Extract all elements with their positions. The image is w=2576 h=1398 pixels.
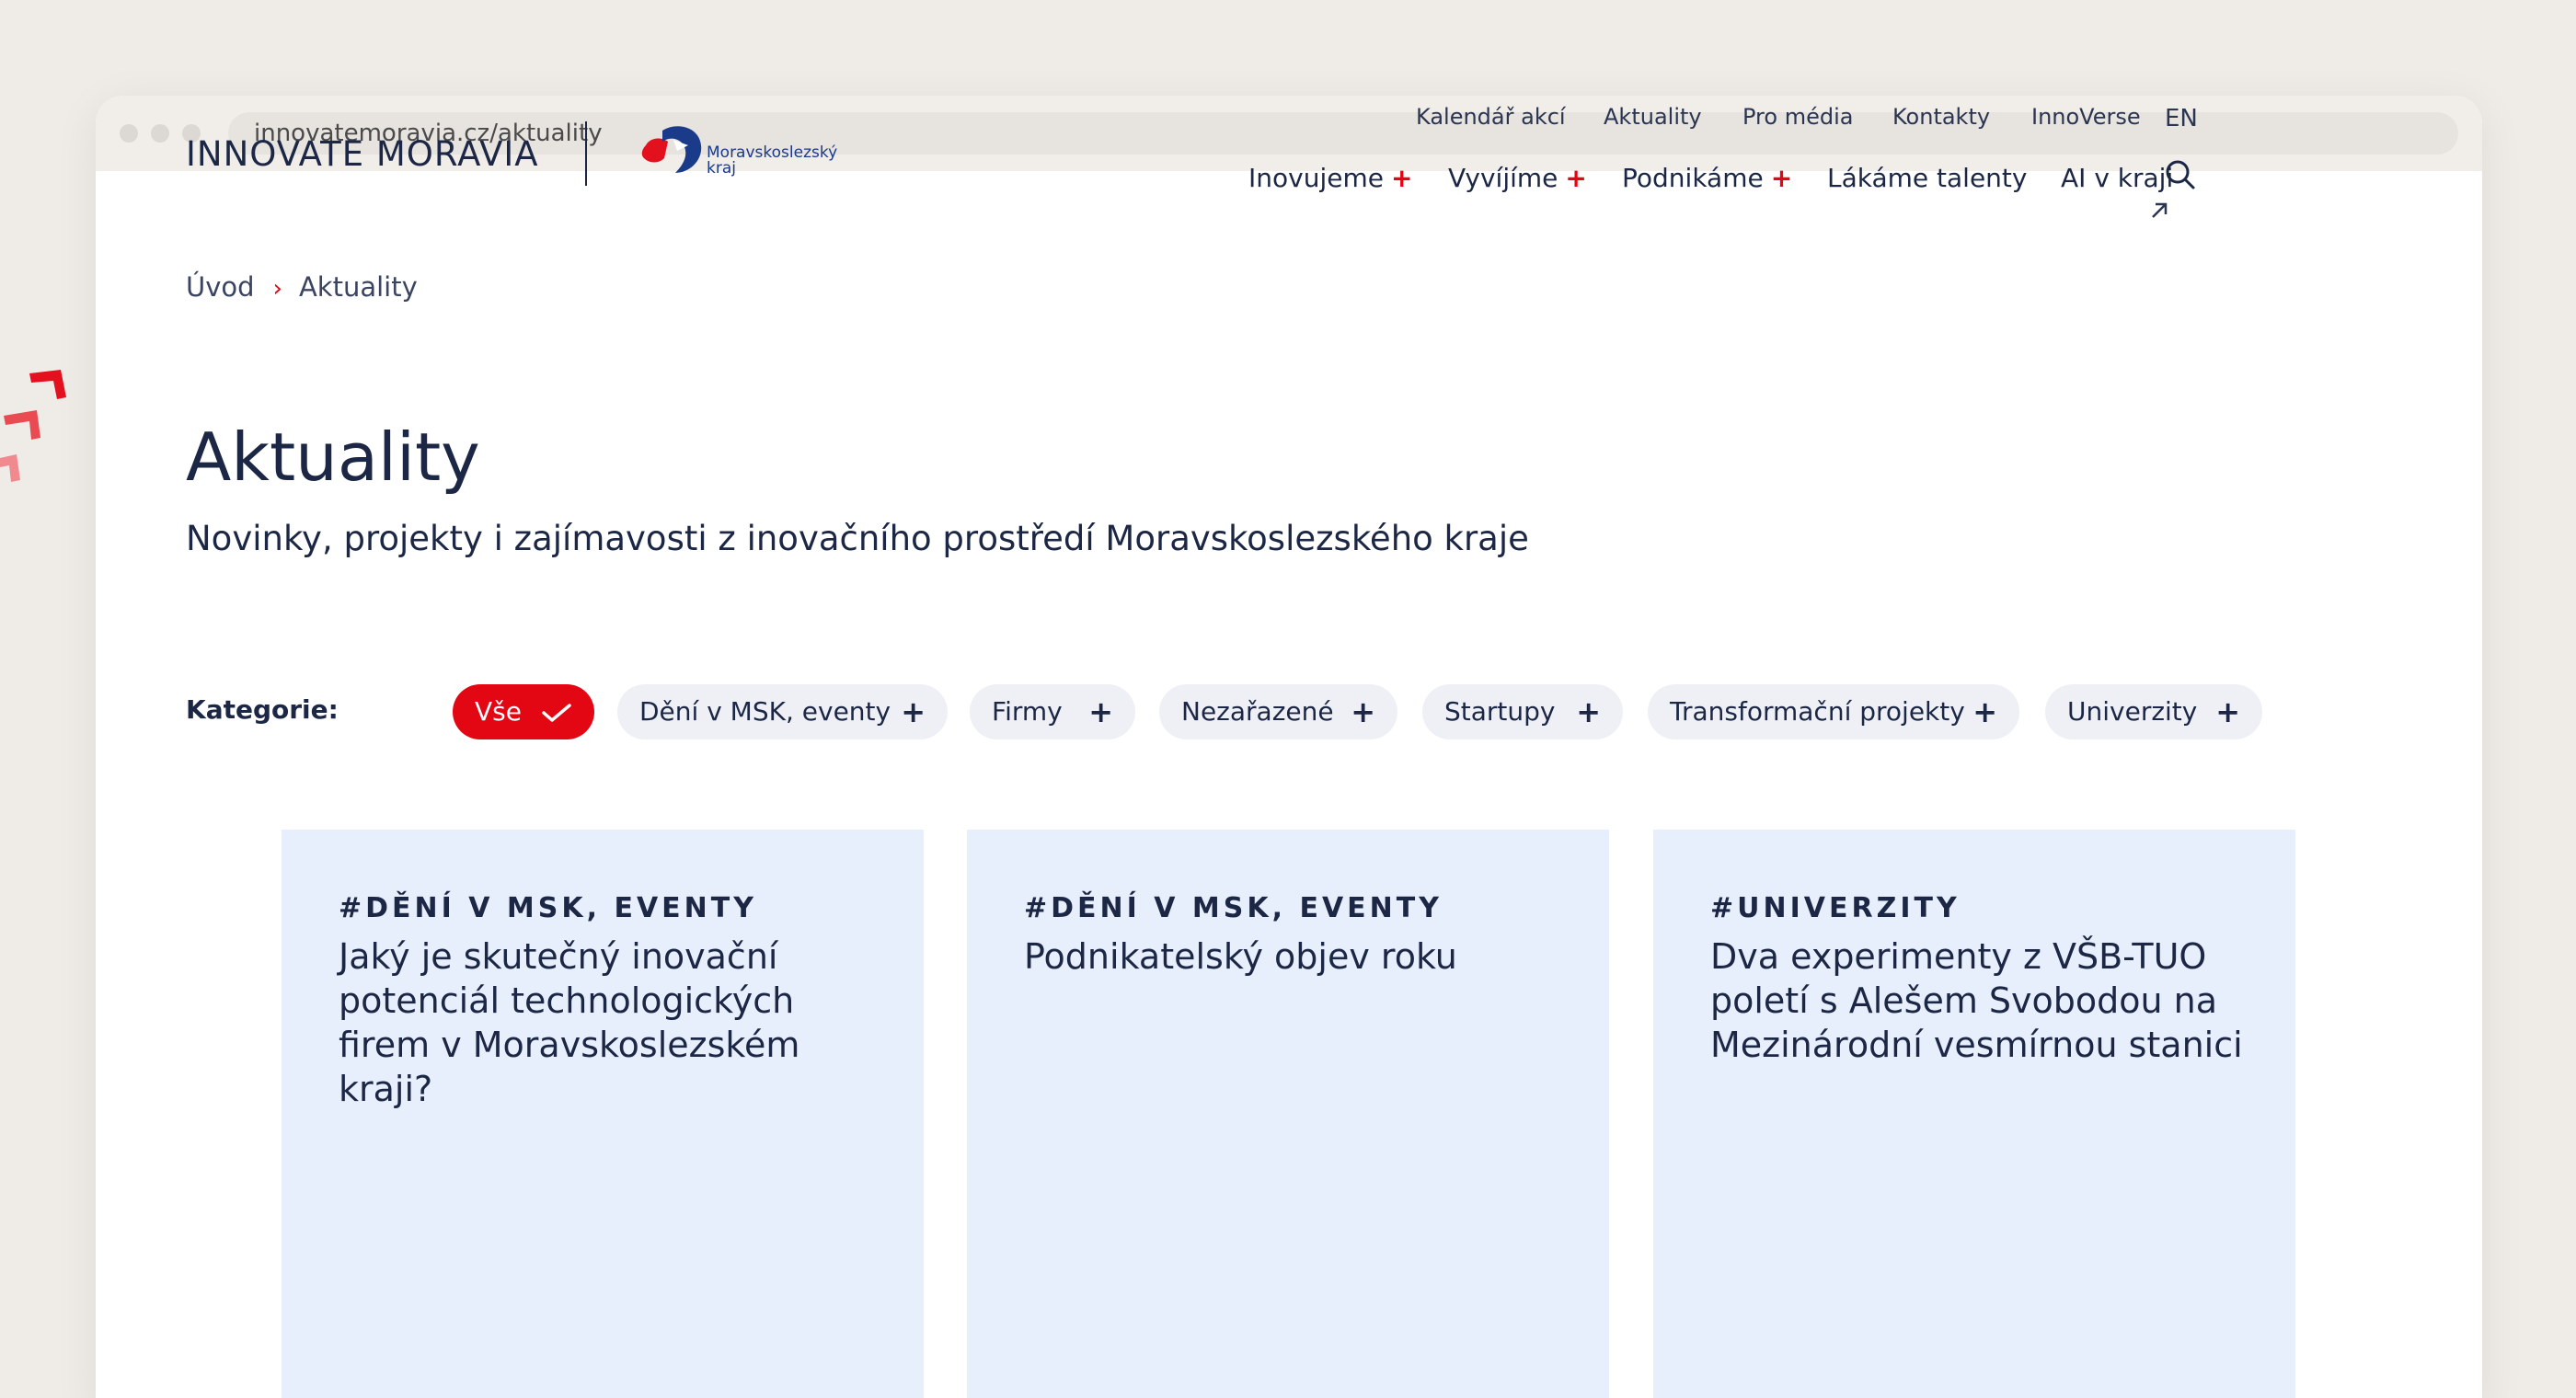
plus-icon: + <box>1565 163 1587 193</box>
news-card-tag[interactable]: #DĚNÍ V MSK, EVENTY <box>339 890 757 927</box>
site-brand-logo[interactable]: INNOVATE MORAVIA <box>186 134 539 174</box>
mainnav-inovujeme[interactable]: Inovujeme + <box>1248 160 1412 197</box>
filter-chip-label: Nezařazené <box>1181 696 1334 727</box>
breadcrumb: Úvod › Aktuality <box>186 269 418 307</box>
region-logo-text: Moravskoslezský kraj <box>707 145 837 177</box>
filter-chip-label: Firmy <box>992 696 1063 727</box>
breadcrumb-home[interactable]: Úvod <box>186 271 255 303</box>
filter-chip-nezarazene[interactable]: Nezařazené + <box>1159 684 1397 739</box>
brand-divider <box>585 121 587 186</box>
plus-icon: + <box>1972 694 1997 729</box>
filter-chip-label: Univerzity <box>2067 696 2198 727</box>
mainnav-lakame-talenty[interactable]: Lákáme talenty <box>1827 160 2027 197</box>
breadcrumb-current: Aktuality <box>298 271 418 303</box>
plus-icon: + <box>1576 694 1601 729</box>
page-title: Aktuality <box>186 418 480 496</box>
mainnav-podnikame[interactable]: Podnikáme + <box>1622 160 1792 197</box>
plus-icon: + <box>1390 163 1413 193</box>
filter-chip-deni-v-msk[interactable]: Dění v MSK, eventy + <box>617 684 948 739</box>
news-card[interactable]: #DĚNÍ V MSK, EVENTY Podnikatelský objev … <box>967 830 1609 1398</box>
filter-chip-startupy[interactable]: Startupy + <box>1422 684 1623 739</box>
filter-chip-label: Vše <box>475 696 522 727</box>
filter-chip-label: Dění v MSK, eventy <box>639 696 891 727</box>
topnav-innoverse[interactable]: InnoVerse <box>2031 101 2141 132</box>
news-card-headline[interactable]: Podnikatelský objev roku <box>1024 934 1576 979</box>
window-minimize-dot[interactable] <box>151 124 169 143</box>
search-icon[interactable] <box>2164 158 2197 191</box>
window-close-dot[interactable] <box>120 124 138 143</box>
page-subtitle: Novinky, projekty i zajímavosti z inovač… <box>186 519 1529 558</box>
news-card[interactable]: #DĚNÍ V MSK, EVENTY Jaký je skutečný ino… <box>282 830 924 1398</box>
plus-icon: + <box>1351 694 1375 729</box>
news-card-tag[interactable]: #UNIVERZITY <box>1710 890 1961 927</box>
mainnav-inovujeme-label: Inovujeme <box>1248 163 1384 193</box>
topnav-kontakty[interactable]: Kontakty <box>1892 101 1990 132</box>
news-card[interactable]: #UNIVERZITY Dva experimenty z VŠB-TUO po… <box>1653 830 2295 1398</box>
filter-chip-label: Startupy <box>1444 696 1556 727</box>
topnav-kalendar-akci[interactable]: Kalendář akcí <box>1416 101 1566 132</box>
plus-icon: + <box>901 694 926 729</box>
filter-chip-transformacni-projekty[interactable]: Transformační projekty + <box>1648 684 2019 739</box>
filter-chip-label: Transformační projekty <box>1670 696 1965 727</box>
category-filter-label: Kategorie: <box>186 694 339 725</box>
plus-icon: + <box>1088 694 1113 729</box>
language-switch[interactable]: EN <box>2165 103 2198 134</box>
filter-chip-vse[interactable]: Vše <box>453 684 594 739</box>
topnav-pro-media[interactable]: Pro média <box>1742 101 1853 132</box>
mainnav-ai-v-kraji[interactable]: AI v kraji <box>2061 160 2173 197</box>
mainnav-vyvijime-label: Vyvíjíme <box>1448 163 1558 193</box>
decorative-chevrons-graphic <box>0 370 66 482</box>
mainnav-podnikame-label: Podnikáme <box>1622 163 1764 193</box>
mainnav-vyvijime[interactable]: Vyvíjíme + <box>1448 160 1587 197</box>
news-card-headline[interactable]: Dva experimenty z VŠB-TUO poletí s Aleše… <box>1710 934 2262 1067</box>
check-icon <box>542 704 571 722</box>
region-logo-line-2: kraj <box>707 159 736 178</box>
news-card-headline[interactable]: Jaký je skutečný inovační potenciál tech… <box>339 934 891 1111</box>
filter-chip-firmy[interactable]: Firmy + <box>970 684 1135 739</box>
external-link-icon <box>2152 202 2168 218</box>
plus-icon: + <box>2215 694 2240 729</box>
filter-chip-univerzity[interactable]: Univerzity + <box>2045 684 2262 739</box>
plus-icon: + <box>1770 163 1793 193</box>
chevron-right-icon: › <box>272 275 282 303</box>
news-card-tag[interactable]: #DĚNÍ V MSK, EVENTY <box>1024 890 1443 927</box>
topnav-aktuality[interactable]: Aktuality <box>1604 101 1702 132</box>
